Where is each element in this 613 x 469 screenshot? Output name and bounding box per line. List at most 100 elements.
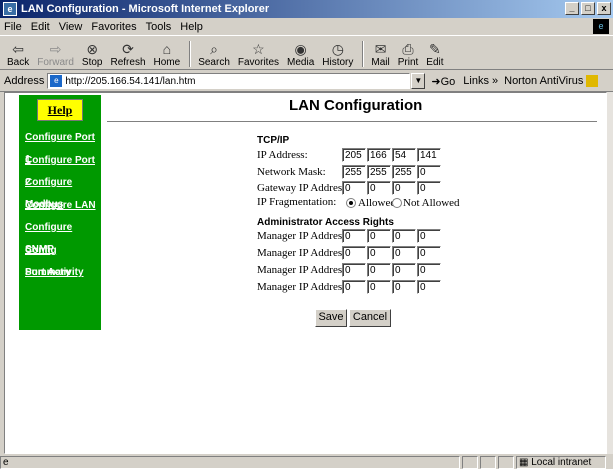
links-button[interactable]: Links » (463, 75, 498, 87)
forward-arrow-icon: ⇨ (49, 41, 62, 57)
nav-configure-snmp[interactable]: Configure SNMP (25, 217, 101, 255)
edit-button[interactable]: ✎ Edit (423, 38, 446, 69)
manager-4-octet-3[interactable] (392, 280, 416, 294)
minimize-button[interactable]: _ (565, 2, 579, 15)
go-button[interactable]: ➜Go (431, 75, 455, 88)
history-button[interactable]: ◷ History (319, 38, 356, 69)
ie-throbber-icon: e (593, 19, 609, 34)
manager-1-octet-4[interactable] (417, 229, 441, 243)
address-dropdown-button[interactable]: ▼ (411, 73, 426, 89)
menu-file[interactable]: File (4, 21, 22, 33)
manager-1-octet-1[interactable] (342, 229, 366, 243)
toolbar: ⇦ Back ⇨ Forward ⊗ Stop ⟳ Refresh ⌂ Home… (0, 37, 613, 70)
refresh-label: Refresh (110, 57, 146, 68)
tcpip-heading: TCP/IP (257, 135, 290, 146)
nav-configure-port-1[interactable]: Configure Port 1 (25, 127, 101, 165)
mask-octet-3[interactable] (392, 165, 416, 179)
vertical-scrollbar[interactable] (607, 92, 613, 454)
status-cell-empty (480, 455, 496, 469)
window-title: LAN Configuration - Microsoft Internet E… (21, 3, 270, 15)
fragmentation-allowed-radio[interactable] (346, 198, 356, 208)
side-nav: Help Configure Port 1 Configure Port 2 C… (19, 95, 101, 330)
stop-button[interactable]: ⊗ Stop (79, 38, 106, 69)
gateway-octet-1[interactable] (342, 181, 366, 195)
favorites-icon: ☆ (252, 41, 265, 57)
manager-3-octet-1[interactable] (342, 263, 366, 277)
help-link[interactable]: Help (48, 103, 73, 117)
gateway-octet-3[interactable] (392, 181, 416, 195)
fragmentation-not-allowed-radio[interactable] (392, 198, 402, 208)
save-button[interactable]: Save (315, 309, 347, 327)
manager-2-octet-1[interactable] (342, 246, 366, 260)
page-content: Help Configure Port 1 Configure Port 2 C… (4, 92, 607, 454)
ip-octet-3[interactable] (392, 148, 416, 162)
back-button[interactable]: ⇦ Back (4, 38, 32, 69)
menu-edit[interactable]: Edit (31, 21, 50, 33)
gateway-octet-4[interactable] (417, 181, 441, 195)
page-title: LAN Configuration (289, 97, 423, 114)
menu-tools[interactable]: Tools (146, 21, 172, 33)
menu-view[interactable]: View (59, 21, 83, 33)
address-input[interactable]: e http://205.166.54.141/lan.htm (47, 73, 411, 89)
favorites-button[interactable]: ☆ Favorites (235, 38, 282, 69)
manager-3-octet-2[interactable] (367, 263, 391, 277)
manager-3-octet-4[interactable] (417, 263, 441, 277)
nav-items: Configure Port 1 Configure Port 2 Config… (19, 127, 101, 285)
mask-octet-4[interactable] (417, 165, 441, 179)
home-button[interactable]: ⌂ Home (151, 38, 184, 69)
home-label: Home (153, 57, 181, 68)
stop-icon: ⊗ (86, 41, 99, 57)
manager-3-octet-3[interactable] (392, 263, 416, 277)
manager-4-octet-4[interactable] (417, 280, 441, 294)
ip-octet-2[interactable] (367, 148, 391, 162)
favorites-label: Favorites (237, 57, 280, 68)
forward-label: Forward (37, 57, 74, 68)
gateway-octet-2[interactable] (367, 181, 391, 195)
nav-port-activity[interactable]: Port Activity (25, 262, 101, 285)
nav-config-summary[interactable]: Config Summary (25, 240, 101, 278)
close-button[interactable]: x (597, 2, 611, 15)
edit-icon: ✎ (429, 41, 441, 57)
search-button[interactable]: ⌕ Search (195, 38, 233, 69)
manager-4-octet-2[interactable] (367, 280, 391, 294)
norton-icon (586, 75, 599, 88)
nav-configure-lan[interactable]: Configure LAN (25, 195, 101, 218)
ip-address-label: IP Address: (257, 149, 308, 161)
ip-octet-4[interactable] (417, 148, 441, 162)
media-label: Media (287, 57, 315, 68)
norton-antivirus-button[interactable]: Norton AntiVirus (504, 74, 599, 88)
forward-button[interactable]: ⇨ Forward (34, 38, 77, 69)
maximize-button[interactable]: □ (581, 2, 595, 15)
manager-1-octet-3[interactable] (392, 229, 416, 243)
toolbar-separator (189, 41, 192, 67)
norton-label: Norton AntiVirus (504, 74, 584, 87)
fragmentation-not-allowed-label: Not Allowed (403, 197, 460, 209)
stop-label: Stop (81, 57, 103, 68)
mask-octet-1[interactable] (342, 165, 366, 179)
address-label: Address (4, 75, 45, 87)
history-icon: ◷ (331, 41, 344, 57)
search-label: Search (198, 57, 230, 68)
page-icon: e (50, 75, 63, 87)
ip-octet-1[interactable] (342, 148, 366, 162)
media-button[interactable]: ◉ Media (284, 38, 317, 69)
nav-configure-modbus[interactable]: Configure Modbus (25, 172, 101, 210)
manager-1-octet-2[interactable] (367, 229, 391, 243)
refresh-button[interactable]: ⟳ Refresh (108, 38, 149, 69)
mail-button[interactable]: ✉ Mail (368, 38, 392, 69)
print-button[interactable]: ⎙ Print (395, 38, 422, 69)
manager-2-octet-2[interactable] (367, 246, 391, 260)
title-divider (107, 121, 597, 122)
window-titlebar: e LAN Configuration - Microsoft Internet… (0, 0, 613, 18)
window-controls: _ □ x (565, 2, 611, 15)
manager-2-octet-3[interactable] (392, 246, 416, 260)
nav-configure-port-2[interactable]: Configure Port 2 (25, 150, 101, 188)
manager-4-octet-1[interactable] (342, 280, 366, 294)
mask-octet-2[interactable] (367, 165, 391, 179)
cancel-button[interactable]: Cancel (349, 309, 391, 327)
address-bar: Address e http://205.166.54.141/lan.htm … (0, 71, 613, 92)
menu-help[interactable]: Help (180, 21, 203, 33)
manager-2-octet-4[interactable] (417, 246, 441, 260)
menu-favorites[interactable]: Favorites (91, 21, 136, 33)
search-icon: ⌕ (210, 41, 218, 57)
